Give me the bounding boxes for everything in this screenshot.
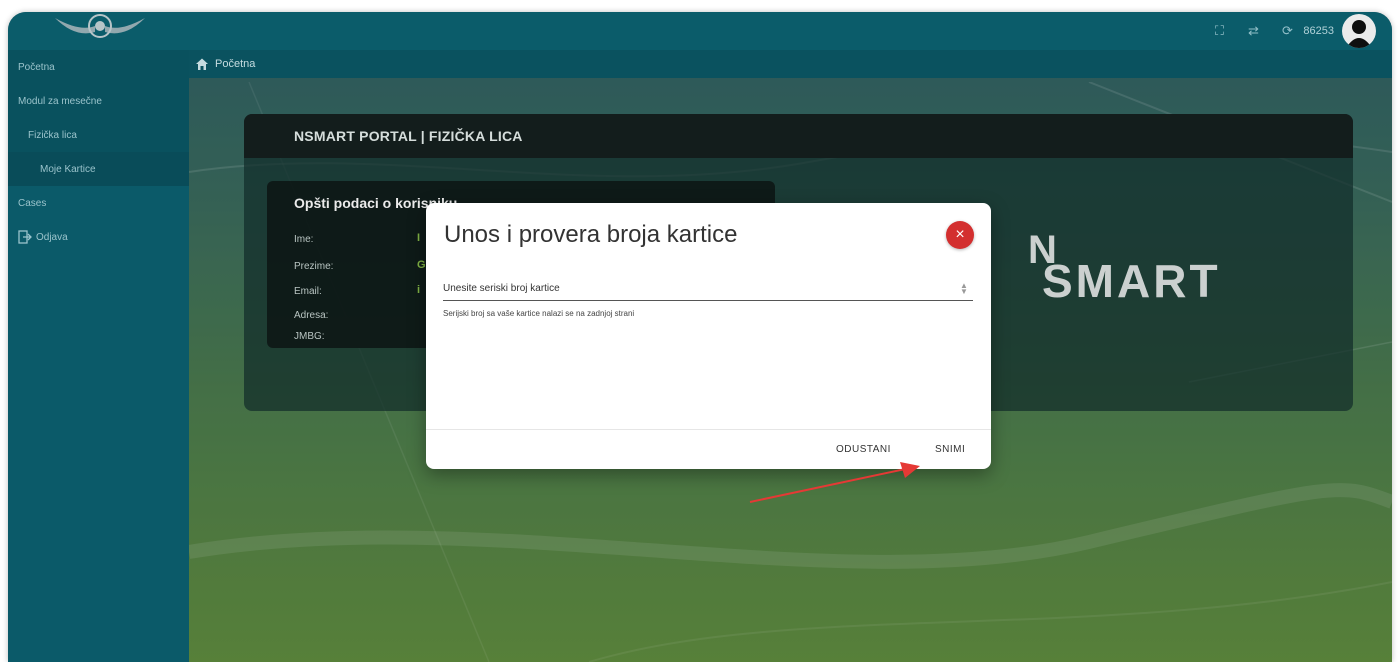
card-entry-dialog: Unos i provera broja kartice × ▲▼ Serijs…	[426, 203, 991, 469]
app-window: ⛶ ⇄ ⟳ 86253 Početna Početna Modul za mes…	[8, 12, 1392, 662]
close-icon: ×	[955, 226, 965, 243]
cancel-button[interactable]: ODUSTANI	[836, 444, 891, 455]
annotation-arrow-icon	[749, 462, 920, 503]
close-button[interactable]: ×	[946, 221, 974, 249]
serial-number-input[interactable]	[443, 277, 973, 301]
save-button[interactable]: SNIMI	[935, 444, 965, 455]
input-hint: Serijski broj sa vaše kartice nalazi se …	[443, 309, 635, 318]
dialog-title: Unos i provera broja kartice	[444, 221, 738, 248]
number-spinner-icon[interactable]: ▲ ▼	[959, 282, 969, 296]
